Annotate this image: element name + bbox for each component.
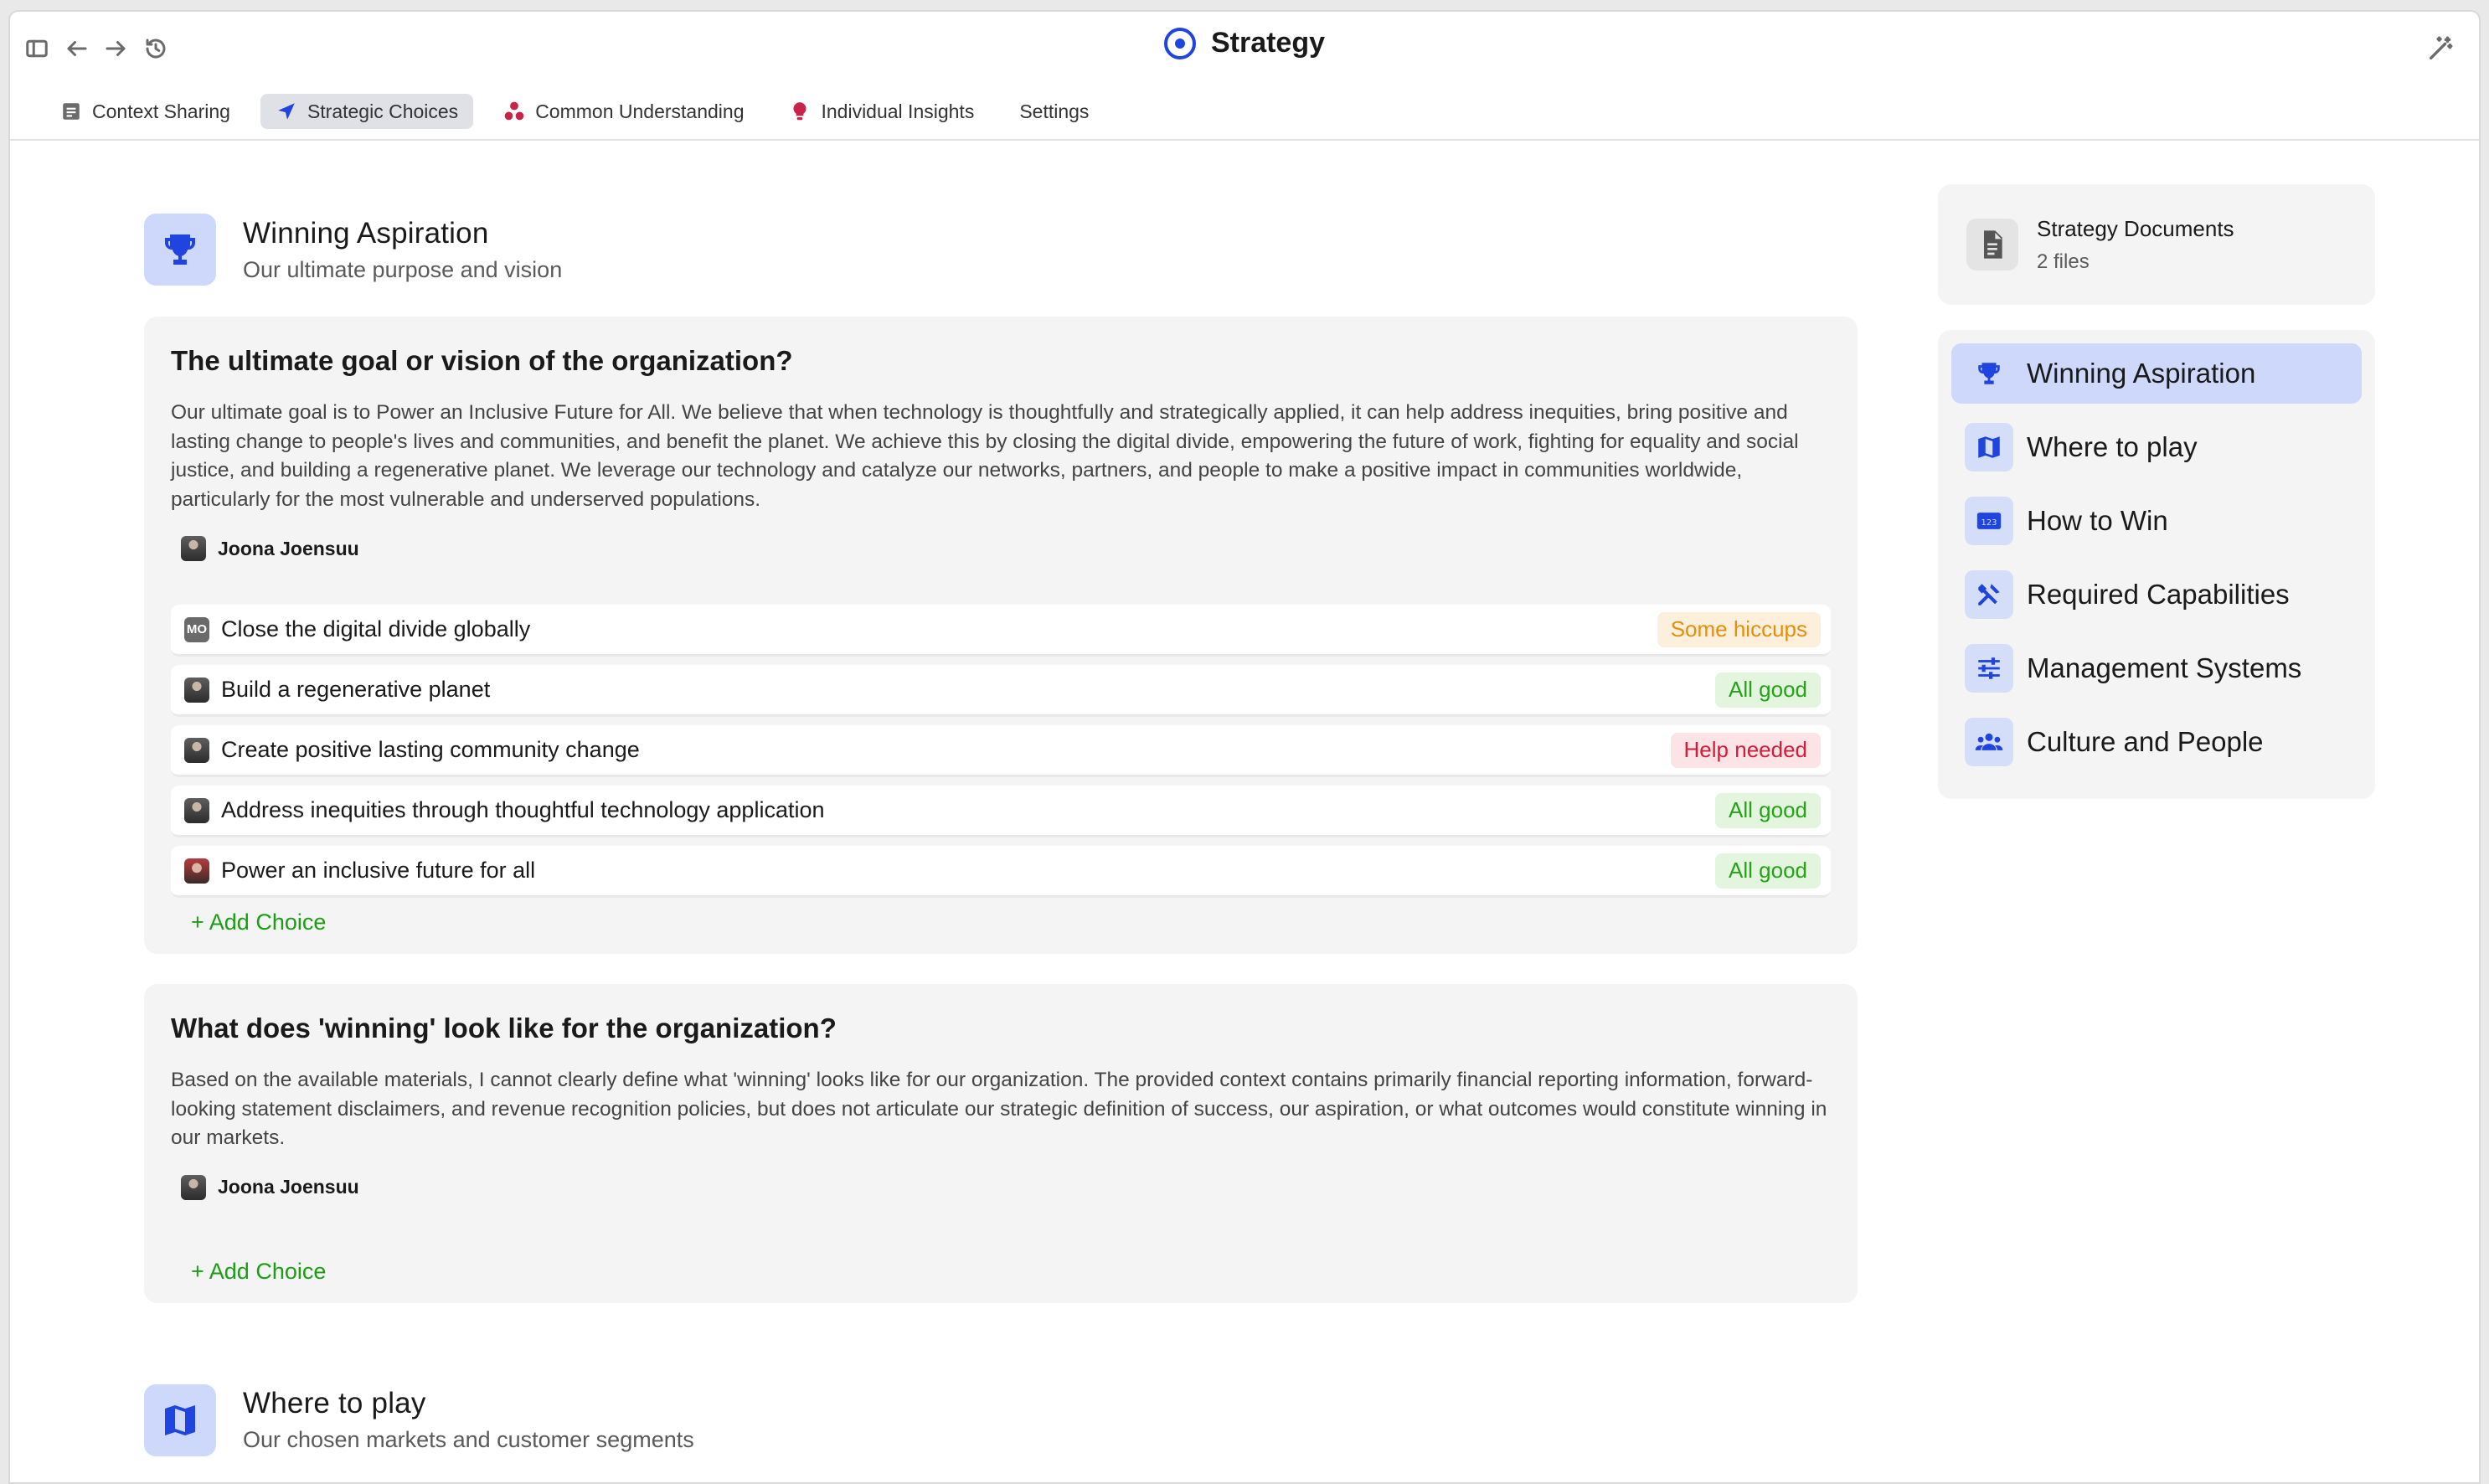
- tab-settings[interactable]: Settings: [1004, 94, 1104, 129]
- cluster-dots-icon: [504, 101, 524, 121]
- avatar: [184, 737, 209, 763]
- page-title: Strategy: [1210, 27, 1326, 59]
- avatar: [184, 677, 209, 703]
- status-badge[interactable]: All good: [1715, 853, 1821, 889]
- map-icon: [144, 1384, 216, 1456]
- avatar: [184, 797, 209, 823]
- choice-label: Close the digital divide globally: [221, 616, 531, 642]
- lightbulb-icon: [793, 102, 806, 121]
- window-title: Strategy: [10, 27, 2479, 59]
- question-card: The ultimate goal or vision of the organ…: [144, 317, 1858, 954]
- question-title: The ultimate goal or vision of the organ…: [171, 345, 793, 376]
- tab-individual-insights[interactable]: Individual Insights: [774, 94, 989, 129]
- section-title: Where to play: [243, 1387, 426, 1420]
- choice-label: Address inequities through thoughtful te…: [221, 797, 825, 822]
- choice-label: Build a regenerative planet: [221, 677, 491, 702]
- nav-label: Management Systems: [2027, 652, 2302, 683]
- tab-strategic-choices[interactable]: Strategic Choices: [260, 94, 474, 129]
- answer-text[interactable]: Based on the available materials, I cann…: [171, 1066, 1831, 1153]
- section-subtitle: Our ultimate purpose and vision: [243, 256, 563, 282]
- tools-icon: [1965, 570, 2013, 619]
- divider: [10, 139, 2479, 141]
- section-header-where-to-play: Where to play Our chosen markets and cus…: [144, 1384, 1858, 1457]
- status-badge[interactable]: All good: [1715, 672, 1821, 708]
- nav-label: How to Win: [2027, 505, 2168, 536]
- choice-item[interactable]: Address inequities through thoughtful te…: [171, 786, 1831, 837]
- tab-label: Individual Insights: [821, 100, 975, 122]
- nav-item-required-capabilities[interactable]: Required Capabilities: [1951, 564, 2362, 625]
- choice-item[interactable]: Power an inclusive future for all All go…: [171, 846, 1831, 898]
- tab-label: Context Sharing: [92, 100, 230, 122]
- add-choice-button[interactable]: + Add Choice: [191, 1259, 326, 1285]
- choice-item[interactable]: Build a regenerative planet All good: [171, 665, 1831, 717]
- navigation-arrow-icon: [278, 103, 295, 120]
- nav-item-how-to-win[interactable]: 123 How to Win: [1951, 491, 2362, 551]
- section-title: Winning Aspiration: [243, 216, 489, 250]
- avatar: [181, 536, 206, 561]
- trophy-icon: [1965, 349, 2013, 398]
- answer-text[interactable]: Our ultimate goal is to Power an Inclusi…: [171, 399, 1831, 514]
- choice-item[interactable]: Create positive lasting community change…: [171, 725, 1831, 777]
- tab-label: Settings: [1019, 100, 1090, 122]
- nav-label: Where to play: [2027, 431, 2198, 462]
- author: Joona Joensuu: [171, 536, 1831, 561]
- documents-count: 2 files: [2037, 250, 2090, 273]
- status-badge[interactable]: All good: [1715, 792, 1821, 828]
- nav-label: Winning Aspiration: [2027, 358, 2256, 389]
- main-content: Winning Aspiration Our ultimate purpose …: [144, 213, 1858, 1457]
- strategy-target-icon: [1163, 27, 1196, 59]
- map-icon: [1965, 423, 2013, 471]
- sliders-icon: [1965, 644, 2013, 693]
- tab-label: Strategic Choices: [307, 100, 459, 122]
- tab-context-sharing[interactable]: Context Sharing: [45, 94, 245, 129]
- nav-item-culture-and-people[interactable]: Culture and People: [1951, 712, 2362, 772]
- trophy-icon: [144, 214, 216, 286]
- choice-list: MO Close the digital divide globally Som…: [171, 605, 1831, 898]
- magic-wand-icon[interactable]: [2422, 30, 2459, 67]
- status-badge[interactable]: Help needed: [1670, 732, 1821, 768]
- tab-label: Common Understanding: [535, 100, 745, 122]
- question-card: What does 'winning' look like for the or…: [144, 984, 1858, 1303]
- document-icon: [1966, 219, 2018, 271]
- tab-bar: Context Sharing Strategic Choices Common…: [45, 92, 1104, 131]
- tab-common-understanding[interactable]: Common Understanding: [488, 94, 759, 129]
- title-bar: Strategy: [10, 12, 2479, 79]
- app-window: Strategy Context Sharing Strategic Choic…: [8, 10, 2481, 1484]
- avatar: [184, 858, 209, 884]
- nav-item-where-to-play[interactable]: Where to play: [1951, 417, 2362, 477]
- status-badge[interactable]: Some hiccups: [1657, 611, 1821, 647]
- nav-item-winning-aspiration[interactable]: Winning Aspiration: [1951, 343, 2362, 404]
- author: Joona Joensuu: [171, 1174, 1831, 1200]
- section-header-winning-aspiration: Winning Aspiration Our ultimate purpose …: [144, 213, 1858, 286]
- question-title: What does 'winning' look like for the or…: [171, 1013, 837, 1043]
- svg-text:123: 123: [1981, 518, 1997, 528]
- add-choice-button[interactable]: + Add Choice: [191, 909, 326, 935]
- strategy-documents-card[interactable]: Strategy Documents 2 files: [1938, 184, 2375, 305]
- people-icon: [1965, 718, 2013, 766]
- document-icon: [63, 103, 80, 120]
- choice-label: Create positive lasting community change: [221, 737, 640, 762]
- documents-title: Strategy Documents: [2037, 215, 2234, 241]
- avatar: MO: [184, 616, 209, 642]
- numbers-icon: 123: [1965, 497, 2013, 545]
- author-name: Joona Joensuu: [218, 1176, 359, 1198]
- nav-label: Required Capabilities: [2027, 579, 2290, 610]
- author-name: Joona Joensuu: [218, 537, 359, 559]
- choice-item[interactable]: MO Close the digital divide globally Som…: [171, 605, 1831, 657]
- nav-label: Culture and People: [2027, 726, 2264, 757]
- choice-label: Power an inclusive future for all: [221, 858, 536, 883]
- section-subtitle: Our chosen markets and customer segments: [243, 1427, 694, 1452]
- section-nav: Winning Aspiration Where to play 123 How…: [1938, 330, 2375, 799]
- avatar: [181, 1174, 206, 1200]
- nav-item-management-systems[interactable]: Management Systems: [1951, 638, 2362, 698]
